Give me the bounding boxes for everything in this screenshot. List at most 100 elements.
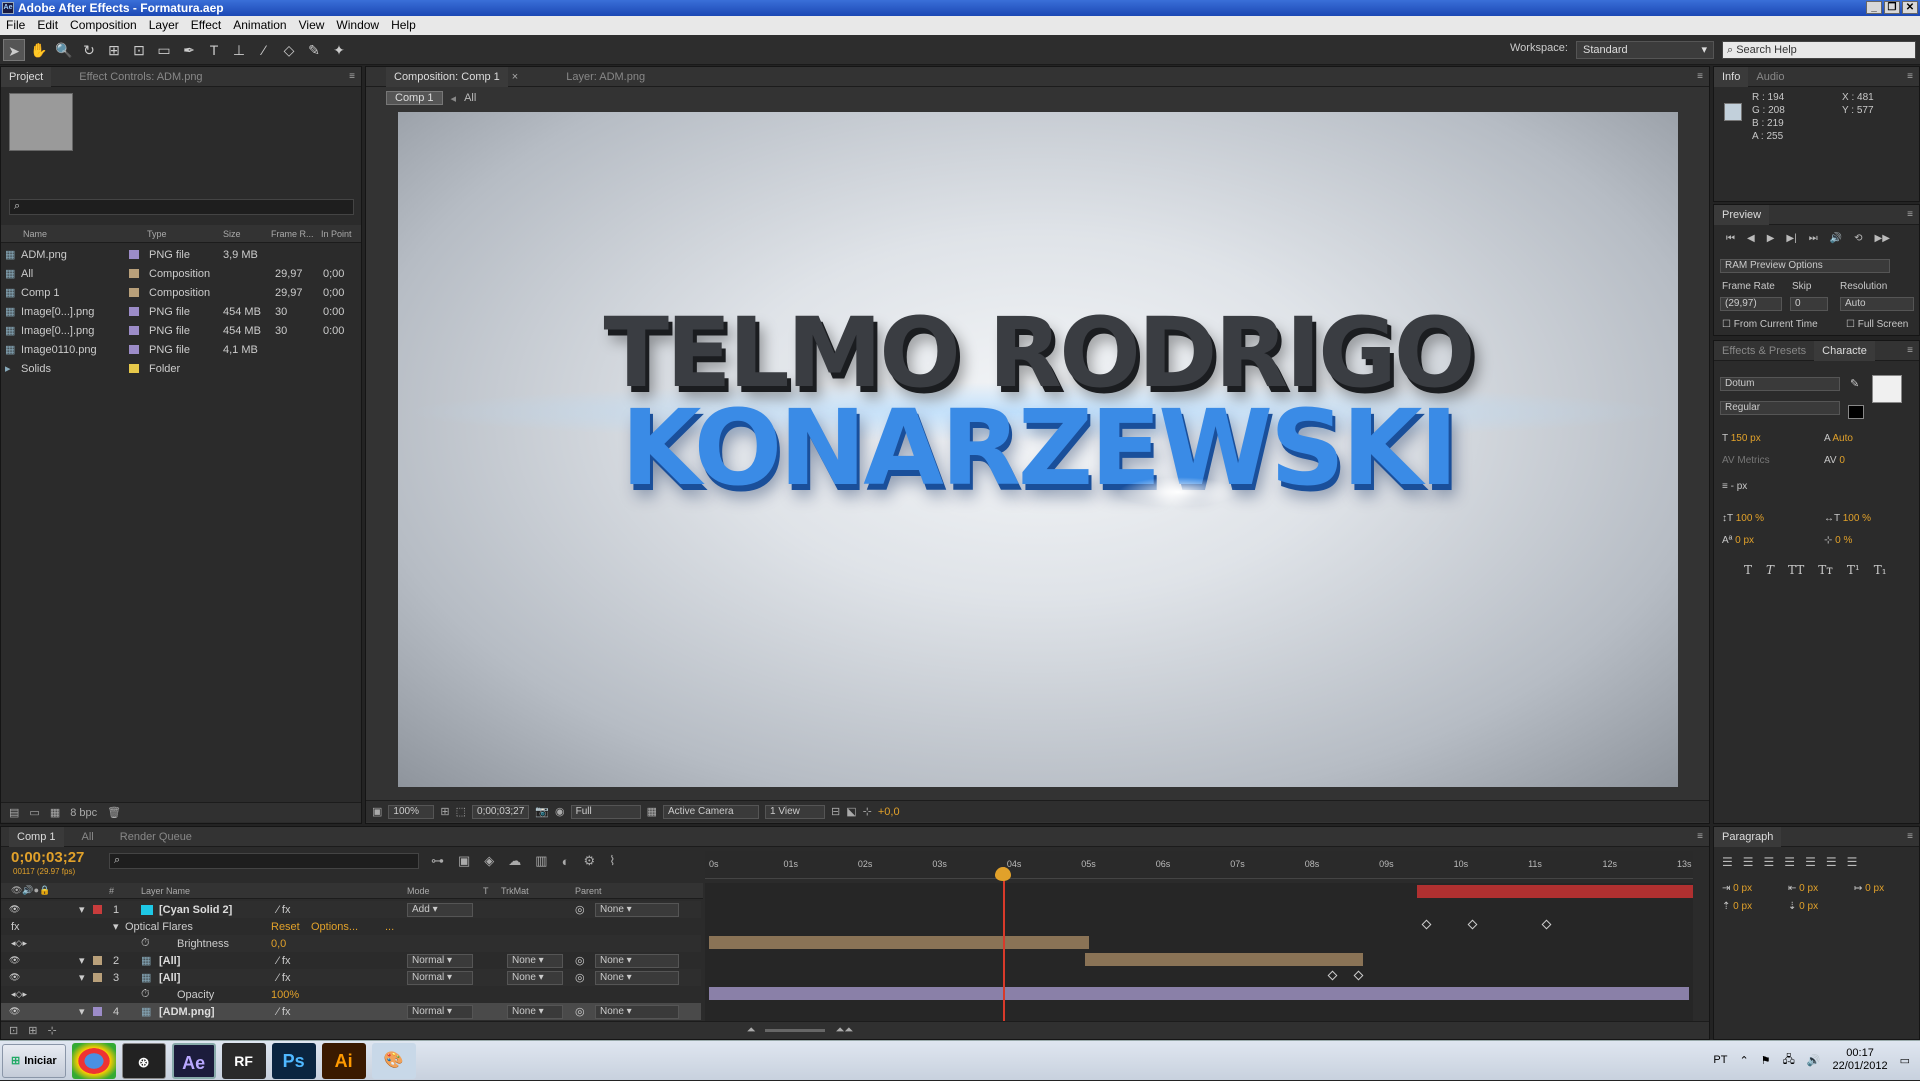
channel-icon[interactable]: ◉ xyxy=(555,805,565,818)
justify-left-icon[interactable]: ☰ xyxy=(1784,855,1795,869)
comp-mini-flowchart-icon[interactable]: ⊶ xyxy=(431,853,444,869)
first-line-row[interactable]: ↦ 0 px xyxy=(1854,883,1884,894)
ram-preview-options-select[interactable]: RAM Preview Options xyxy=(1720,259,1890,273)
resolution-select[interactable]: Auto xyxy=(1840,297,1914,311)
layer-number[interactable]: 1 xyxy=(113,904,119,916)
render-icon[interactable]: ⬕ xyxy=(846,805,856,818)
tab-comp1-timeline[interactable]: Comp 1 xyxy=(9,826,64,847)
layer-row[interactable]: 👁 ▾ 1 [Cyan Solid 2] ⁄ fx Add ▾ ◎ None ▾ xyxy=(1,901,701,918)
motion-blur-icon[interactable]: ◐ xyxy=(562,854,570,869)
network-icon[interactable]: 🖧 xyxy=(1783,1051,1795,1070)
timecode-display[interactable]: 0;00;03;27 xyxy=(472,804,530,819)
after-effects-icon[interactable]: Ae xyxy=(171,1042,216,1079)
selection-tool-icon[interactable]: ➤ xyxy=(3,38,25,61)
minimize-button[interactable]: _ xyxy=(1866,1,1882,14)
keyframe-nav-icon[interactable]: ◂◇▸ xyxy=(11,989,27,1000)
project-item[interactable]: ▦ Image[0...].png PNG file 454 MB 30 0:00 xyxy=(1,302,351,321)
project-item[interactable]: ▦ Image[0...].png PNG file 454 MB 30 0:00 xyxy=(1,321,351,340)
blend-mode-select[interactable]: Add ▾ xyxy=(407,902,473,917)
blend-mode-select[interactable]: Normal ▾ xyxy=(407,953,473,968)
space-before-value[interactable]: 0 px xyxy=(1733,901,1752,912)
indent-right-row[interactable]: ⇤ 0 px xyxy=(1788,883,1818,894)
keyframe[interactable] xyxy=(1467,919,1478,930)
stopwatch-icon[interactable]: ⏱ xyxy=(141,988,150,1001)
font-size-row[interactable]: T 150 px xyxy=(1722,433,1761,444)
chrome-icon[interactable] xyxy=(71,1042,116,1079)
frame-blending-icon[interactable]: ▥ xyxy=(535,853,547,869)
current-time-display[interactable]: 0;00;03;27 xyxy=(11,849,84,866)
font-style-select[interactable]: Regular xyxy=(1720,401,1840,415)
layer-row[interactable]: 👁 ▾ 3 ▦ [All] ⁄ fx Normal ▾ None ▾ ◎ None ▾ xyxy=(1,969,701,986)
region-icon[interactable]: ⬚ xyxy=(456,805,466,818)
subscript-icon[interactable]: T₁ xyxy=(1874,563,1887,577)
layer-label-color[interactable] xyxy=(93,905,102,914)
keyframe-nav-icon[interactable]: ◂◇▸ xyxy=(11,938,27,949)
pan-behind-tool-icon[interactable]: ⊡ xyxy=(128,39,150,61)
safe-margins-icon[interactable]: ⊞ xyxy=(440,805,449,818)
illustrator-icon[interactable]: Ai xyxy=(321,1042,366,1079)
kerning-value[interactable]: Metrics xyxy=(1737,455,1769,466)
parent-select[interactable]: None ▾ xyxy=(595,953,679,968)
next-frame-icon[interactable]: ▶| xyxy=(1786,233,1796,244)
property-value[interactable]: 100% xyxy=(271,989,299,1001)
new-comp-icon[interactable]: ▦ xyxy=(50,806,60,819)
small-caps-icon[interactable]: Tт xyxy=(1818,563,1833,577)
options-link[interactable]: Options... xyxy=(311,921,358,933)
col-mode[interactable]: Mode xyxy=(407,886,430,896)
expand-icon[interactable]: ⊹ xyxy=(47,1024,56,1037)
parent-select[interactable]: None ▾ xyxy=(595,902,679,917)
expand-arrow-icon[interactable]: ▾ xyxy=(113,920,119,933)
audio-icon[interactable]: 🔊 xyxy=(1830,233,1842,244)
breadcrumb-all[interactable]: All xyxy=(464,92,476,104)
property-row[interactable]: ◂◇▸ ⏱ Opacity 100% xyxy=(1,986,701,1003)
project-item[interactable]: ▦ Image0110.png PNG file 4,1 MB xyxy=(1,340,351,359)
keyframe[interactable] xyxy=(1353,970,1364,981)
current-time-indicator[interactable] xyxy=(1003,867,1005,1021)
indent-left-row[interactable]: ⇥ 0 px xyxy=(1722,883,1752,894)
panel-menu-icon[interactable]: ≡ xyxy=(1907,209,1913,220)
faux-bold-icon[interactable]: T xyxy=(1744,563,1752,577)
align-left-icon[interactable]: ☰ xyxy=(1722,855,1733,869)
composition-viewer[interactable]: TELMO RODRIGO KONARZEWSKI xyxy=(398,112,1678,787)
close-button[interactable]: ✕ xyxy=(1902,1,1918,14)
hand-tool-icon[interactable]: ✋ xyxy=(28,39,50,61)
search-help-input[interactable]: ⌕ Search Help xyxy=(1722,41,1916,59)
layer-name[interactable]: [All] xyxy=(159,972,180,984)
eyedropper-icon[interactable]: ✎ xyxy=(1850,377,1859,390)
baseline-row[interactable]: Aª 0 px xyxy=(1722,535,1754,546)
layer-number[interactable]: 3 xyxy=(113,972,119,984)
transparency-grid-icon[interactable]: ▦ xyxy=(647,805,657,818)
tray-expand-icon[interactable]: ⌃ xyxy=(1739,1054,1748,1067)
project-item[interactable]: ▸ Solids Folder xyxy=(1,359,351,378)
justify-all-icon[interactable]: ☰ xyxy=(1847,855,1858,869)
frame-rate-select[interactable]: (29,97) xyxy=(1720,297,1782,311)
clone-tool-icon[interactable]: ⊥ xyxy=(228,39,250,61)
align-center-icon[interactable]: ☰ xyxy=(1743,855,1754,869)
loop-icon[interactable]: ⟲ xyxy=(1854,233,1862,244)
toggle-modes-icon[interactable]: ⊞ xyxy=(28,1024,37,1037)
effect-name[interactable]: Optical Flares xyxy=(125,921,193,933)
new-folder-icon[interactable]: ▭ xyxy=(29,806,39,819)
prev-frame-icon[interactable]: ◀ xyxy=(1747,233,1755,244)
panel-menu-icon[interactable]: ≡ xyxy=(1907,345,1913,356)
ram-preview-icon[interactable]: ▶▶ xyxy=(1875,233,1890,244)
playhead-handle-icon[interactable] xyxy=(995,867,1011,881)
layer-switches-icon[interactable]: ⁄ fx xyxy=(277,904,290,916)
roto-brush-tool-icon[interactable]: ✎ xyxy=(303,39,325,61)
fill-color-swatch[interactable] xyxy=(1872,375,1902,403)
flowchart-icon[interactable]: ⊹ xyxy=(863,805,872,818)
expand-arrow-icon[interactable]: ▾ xyxy=(79,971,85,984)
layer-number[interactable]: 2 xyxy=(113,955,119,967)
breadcrumb-comp1[interactable]: Comp 1 xyxy=(386,91,443,105)
zoom-slider[interactable] xyxy=(765,1029,826,1032)
layer-label-color[interactable] xyxy=(93,973,102,982)
keyframe[interactable] xyxy=(1541,919,1552,930)
more-link[interactable]: ... xyxy=(385,921,394,933)
justify-right-icon[interactable]: ☰ xyxy=(1826,855,1837,869)
visibility-icon[interactable]: 👁 xyxy=(9,972,20,983)
leading-value[interactable]: Auto xyxy=(1832,433,1853,444)
tab-project[interactable]: Project xyxy=(1,66,52,87)
play-icon[interactable]: ▶ xyxy=(1767,233,1775,244)
trkmat-select[interactable]: None ▾ xyxy=(507,1004,563,1019)
solid-icon[interactable] xyxy=(141,904,153,915)
